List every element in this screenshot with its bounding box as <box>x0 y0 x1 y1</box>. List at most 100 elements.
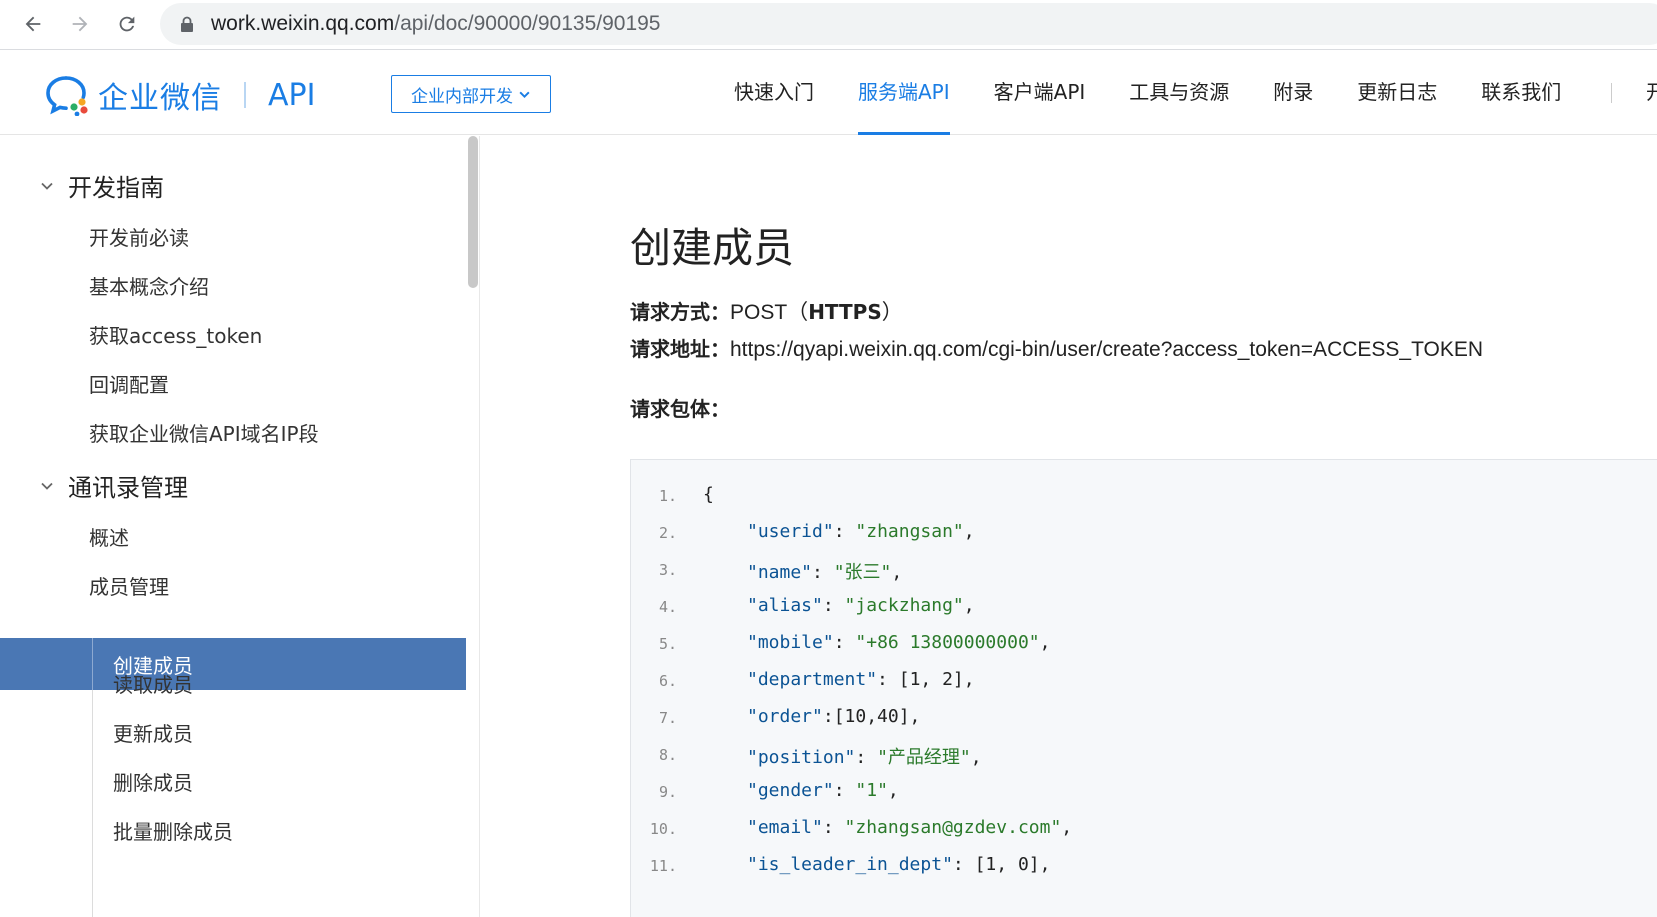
request-address-value: https://qyapi.weixin.qq.com/cgi-bin/user… <box>730 338 1484 361</box>
request-body-heading: 请求包体： <box>630 393 730 422</box>
sidebar-sub-create-member[interactable]: 创建成员 <box>0 638 466 690</box>
code-string: "产品经理" <box>877 747 971 768</box>
code-tail: , <box>970 747 982 768</box>
chevron-down-icon <box>519 91 530 98</box>
code-block: 1. { 2. "userid": "zhangsan", 3. "name": "张三"… <box>630 459 1657 917</box>
code-key: "order" <box>747 706 823 727</box>
nav-server-api[interactable]: 服务端API <box>836 50 972 135</box>
line-number: 3. <box>658 561 677 579</box>
code-key: "gender" <box>747 780 834 801</box>
line-number: 7. <box>658 709 677 727</box>
chevron-down-icon <box>41 182 53 190</box>
sidebar-item-before-dev[interactable]: 开发前必读 <box>89 222 189 251</box>
code-line: 1. { <box>631 482 1657 519</box>
code-text: "alias": "jackzhang", <box>747 595 975 616</box>
code-separator: : <box>833 521 856 542</box>
code-string: "zhangsan@gzdev.com" <box>844 817 1062 838</box>
doc-type-select[interactable]: 企业内部开发 <box>391 75 551 113</box>
code-separator: : <box>812 562 834 583</box>
request-method-value: POST（ <box>730 301 809 324</box>
nav-changelog[interactable]: 更新日志 <box>1335 50 1459 135</box>
line-number: 8. <box>658 746 677 764</box>
back-button[interactable] <box>13 6 53 42</box>
nav-tools[interactable]: 工具与资源 <box>1107 50 1251 135</box>
doc-type-label: 企业内部开发 <box>411 86 513 107</box>
code-key: "name" <box>747 562 813 583</box>
code-text: "email": "zhangsan@gzdev.com", <box>747 817 1072 838</box>
sidebar-sub-read-member[interactable]: 读取成员 <box>113 669 193 698</box>
request-method-https: HTTPS <box>808 300 882 324</box>
sidebar-sub-delete-member[interactable]: 删除成员 <box>113 767 193 796</box>
line-number: 6. <box>658 672 677 690</box>
sidebar-item-member-mgmt[interactable]: 成员管理 <box>89 571 169 600</box>
code-text: "department": [1, 2], <box>747 669 975 690</box>
code-string: "+86 13800000000" <box>855 632 1040 653</box>
url-host: work.weixin.qq.com <box>211 12 395 35</box>
code-line: 11. "is_leader_in_dept": [1, 0], <box>631 852 1657 889</box>
main-content: 创建成员 请求方式：POST（HTTPS） 请求地址：https://qyapi… <box>480 136 1657 917</box>
nav-contact[interactable]: 联系我们 <box>1459 50 1583 135</box>
nav-client-api[interactable]: 客户端API <box>972 50 1108 135</box>
code-tail: , <box>963 521 975 542</box>
sidebar-scrollbar[interactable] <box>468 136 478 288</box>
address-bar[interactable]: work.weixin.qq.com/api/doc/90000/90135/9… <box>160 3 1657 45</box>
code-separator: : <box>822 817 845 838</box>
code-key: "userid" <box>747 521 834 542</box>
code-key: "department" <box>747 669 878 690</box>
code-tail: , <box>1061 817 1073 838</box>
line-number: 4. <box>658 598 677 616</box>
code-key: "alias" <box>747 595 823 616</box>
reload-icon <box>119 16 135 32</box>
code-key: "position" <box>747 747 856 768</box>
sidebar-group-label: 开发指南 <box>68 174 164 202</box>
sidebar-active-guide-line <box>92 638 93 690</box>
sidebar-item-overview[interactable]: 概述 <box>89 522 129 551</box>
sidebar-item-callback[interactable]: 回调配置 <box>89 369 169 398</box>
code-separator: : <box>855 747 878 768</box>
sidebar-group-dev-guide[interactable]: 开发指南 <box>40 168 164 203</box>
code-line: 6. "department": [1, 2], <box>631 667 1657 704</box>
code-tail: , <box>887 780 899 801</box>
code-tail: , <box>1039 632 1051 653</box>
code-tail: [10,40], <box>833 706 921 727</box>
line-number: 2. <box>658 524 677 542</box>
forward-arrow-icon <box>72 16 88 32</box>
logo-text: 企业微信 <box>98 81 222 116</box>
code-string: "张三" <box>833 562 892 583</box>
code-text: "gender": "1", <box>747 780 899 801</box>
code-string: "zhangsan" <box>855 521 964 542</box>
code-tail: [1, 0], <box>974 854 1051 875</box>
code-separator: : <box>952 854 975 875</box>
nav-cut-item[interactable]: 开 <box>1646 50 1657 134</box>
reload-button[interactable] <box>107 6 147 42</box>
code-line: 8. "position": "产品经理", <box>631 741 1657 778</box>
code-tail: [1, 2], <box>898 669 975 690</box>
code-separator: : <box>822 706 834 727</box>
forward-button[interactable] <box>60 6 100 42</box>
wecom-logo-icon <box>46 76 88 116</box>
code-text: "name": "张三", <box>747 558 902 584</box>
code-tail: , <box>963 595 975 616</box>
sidebar-item-access-token[interactable]: 获取access_token <box>89 320 262 349</box>
code-separator: : <box>822 595 845 616</box>
code-text: "position": "产品经理", <box>747 743 982 769</box>
code-line: 3. "name": "张三", <box>631 556 1657 593</box>
code-text: "is_leader_in_dept": [1, 0], <box>747 854 1050 875</box>
sidebar-item-concepts[interactable]: 基本概念介绍 <box>89 271 209 300</box>
sidebar-item-api-ip[interactable]: 获取企业微信API域名IP段 <box>89 418 319 447</box>
logo-api-text: API <box>268 77 316 113</box>
nav-quickstart[interactable]: 快速入门 <box>712 50 836 135</box>
sidebar-group-contacts[interactable]: 通讯录管理 <box>40 468 188 503</box>
code-text: "mobile": "+86 13800000000", <box>747 632 1050 653</box>
site-logo[interactable]: 企业微信 API <box>44 73 315 117</box>
line-number: 10. <box>649 820 677 838</box>
code-line: 2. "userid": "zhangsan", <box>631 519 1657 556</box>
code-text: "order":[10,40], <box>747 706 920 727</box>
sidebar-sub-update-member[interactable]: 更新成员 <box>113 718 193 747</box>
sidebar-sub-batch-delete[interactable]: 批量删除成员 <box>113 816 233 845</box>
sidebar-group-label: 通讯录管理 <box>68 474 188 502</box>
code-separator: : <box>833 632 856 653</box>
code-key: "is_leader_in_dept" <box>747 854 953 875</box>
line-number: 9. <box>658 783 677 801</box>
nav-appendix[interactable]: 附录 <box>1251 50 1335 135</box>
